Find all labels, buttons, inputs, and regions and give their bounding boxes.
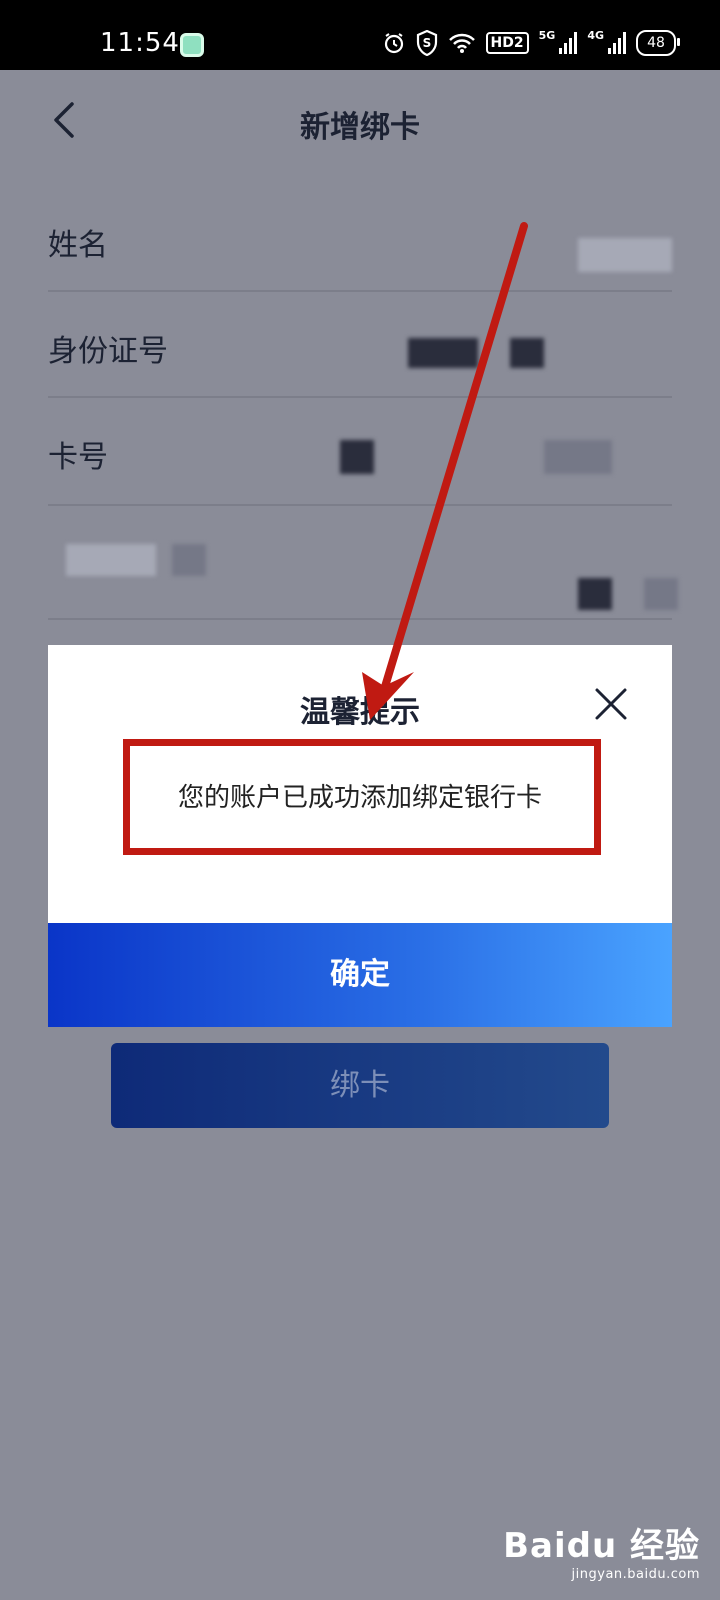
card-number-row[interactable]: 卡号	[48, 398, 672, 506]
id-number-row[interactable]: 身份证号	[48, 292, 672, 398]
annotation-highlight-box	[123, 739, 601, 855]
svg-text:S: S	[422, 36, 431, 50]
signal-4g-icon	[608, 32, 626, 54]
bank-value-masked-2	[66, 544, 156, 576]
app-header: 新增绑卡	[0, 70, 720, 170]
bank-value-masked	[172, 544, 206, 576]
status-time: 11:54	[100, 28, 180, 58]
app-notification-icon	[180, 33, 204, 57]
bank-value-masked-3	[578, 578, 612, 610]
page-title: 新增绑卡	[300, 110, 420, 145]
hd-badge: HD2	[485, 32, 529, 54]
card-value-masked-2	[544, 440, 612, 474]
id-value-masked	[408, 338, 478, 368]
network-4g-label: 4G	[587, 28, 604, 42]
card-value-masked	[340, 440, 374, 474]
name-label: 姓名	[48, 228, 108, 263]
alarm-icon	[382, 30, 406, 56]
dialog-title: 温馨提示	[300, 695, 420, 730]
id-number-label: 身份证号	[48, 334, 168, 369]
shield-icon: S	[416, 30, 438, 56]
card-number-label: 卡号	[48, 440, 108, 475]
network-5g-label: 5G	[538, 28, 556, 42]
confirm-button[interactable]: 确定	[48, 923, 672, 1027]
wifi-icon	[448, 30, 476, 56]
bank-row[interactable]	[48, 506, 678, 620]
battery-icon: 48	[636, 30, 680, 56]
status-icons: S HD2 5G 4G 48	[382, 29, 680, 56]
id-value-masked-2	[510, 338, 544, 368]
baidu-watermark: Baidu 经验 jingyan.baidu.com	[503, 1518, 700, 1582]
signal-5g-icon	[559, 32, 578, 54]
watermark-url: jingyan.baidu.com	[571, 1567, 700, 1582]
watermark-logo: Baidu 经验	[503, 1526, 700, 1566]
close-icon[interactable]	[594, 687, 628, 721]
name-value-masked	[578, 238, 672, 272]
bind-card-button[interactable]: 绑卡	[111, 1043, 609, 1128]
name-row[interactable]: 姓名	[48, 186, 672, 292]
status-bar: 11:54 S HD2 5G 4G 48	[0, 0, 720, 70]
bank-value-masked-4	[644, 578, 678, 610]
